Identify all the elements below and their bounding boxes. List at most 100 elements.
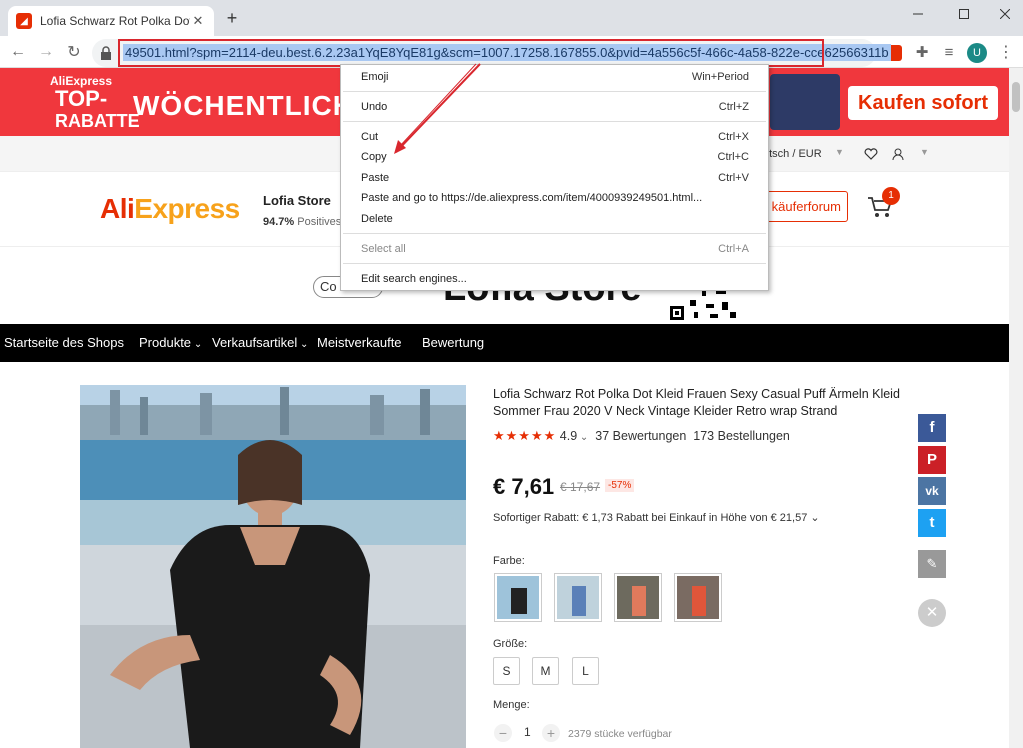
order-count: 173 Bestellungen: [693, 429, 790, 443]
chevron-down-icon: ⌄: [297, 339, 309, 350]
chevron-down-icon: ⌄: [807, 512, 820, 524]
minimize-button[interactable]: [895, 0, 941, 28]
close-circle-icon[interactable]: ✕: [918, 599, 946, 627]
close-icon: [1000, 9, 1010, 19]
banner-buy-button[interactable]: Kaufen sofort: [848, 86, 998, 120]
menu-label: Paste and go to https://de.aliexpress.co…: [361, 192, 703, 204]
maximize-icon: [959, 9, 969, 19]
nav-store-home[interactable]: Startseite des Shops: [4, 324, 124, 362]
reload-icon[interactable]: ↻: [62, 40, 86, 64]
maximize-button[interactable]: [941, 0, 987, 28]
browser-tab[interactable]: ◢ Lofia Schwarz Rot Polka Dot Kleid ✕: [8, 6, 214, 36]
color-swatch-4[interactable]: [674, 573, 722, 622]
menu-label: Paste: [361, 172, 390, 184]
menu-item-delete[interactable]: Delete: [361, 209, 761, 229]
tab-strip: ◢ Lofia Schwarz Rot Polka Dot Kleid ✕ +: [0, 0, 1023, 36]
buyer-forum-button[interactable]: käuferforum: [762, 191, 848, 222]
product-main-image[interactable]: [80, 385, 466, 748]
store-name[interactable]: Lofia Store: [263, 193, 331, 208]
close-tab-icon[interactable]: ✕: [190, 13, 206, 29]
chevron-down-icon: ▼: [920, 147, 929, 157]
positive-label: Positives: [297, 216, 342, 228]
size-label: Größe:: [493, 638, 528, 650]
menu-label: Edit search engines...: [361, 273, 467, 285]
rating-value[interactable]: 4.9: [560, 429, 577, 443]
aliexpress-logo-text: AliExpress: [100, 193, 240, 224]
menu-divider: [343, 263, 766, 264]
lock-icon: [101, 46, 111, 60]
quantity-decrease-button[interactable]: −: [494, 724, 512, 742]
menu-shortcut: Win+Period: [691, 71, 749, 83]
chevron-down-icon: ▼: [835, 147, 844, 157]
chevron-down-icon: ⌄: [191, 339, 203, 350]
browser-menu-icon[interactable]: ⋮: [994, 40, 1018, 64]
review-count[interactable]: 37 Bewertungen: [595, 429, 686, 443]
minimize-icon: [913, 13, 923, 15]
nav-products[interactable]: Produkte ⌄: [139, 324, 202, 362]
store-feedback: 94.7% Positives: [263, 216, 341, 228]
new-tab-button[interactable]: +: [222, 8, 242, 28]
forward-icon[interactable]: →: [34, 40, 58, 64]
vk-share-icon[interactable]: vk: [918, 477, 946, 505]
banner-logo-rabatte: RABATTE: [55, 111, 140, 131]
menu-divider: [343, 233, 766, 234]
swatch-image: [557, 576, 599, 619]
pinterest-share-icon[interactable]: P: [918, 446, 946, 474]
color-label: Farbe:: [493, 555, 525, 567]
size-m-button[interactable]: M: [532, 657, 559, 685]
nav-products-label: Produkte: [139, 335, 192, 350]
scrollbar-thumb[interactable]: [1012, 82, 1020, 112]
language-currency-selector[interactable]: utsch / EUR: [763, 148, 822, 160]
positive-percent: 94.7%: [263, 216, 295, 228]
nav-sale-label: Verkaufsartikel: [212, 335, 298, 350]
nav-sale-items[interactable]: Verkaufsartikel ⌄: [212, 324, 308, 362]
media-queue-icon[interactable]: ≡: [937, 40, 961, 64]
menu-item-paste[interactable]: Paste Ctrl+V: [361, 168, 761, 188]
facebook-share-icon[interactable]: f: [918, 414, 946, 442]
chevron-down-icon: ⌄: [577, 432, 589, 443]
menu-label: Select all: [361, 243, 406, 255]
banner-logo-top: TOP-: [55, 86, 108, 111]
profile-avatar[interactable]: U: [967, 43, 987, 63]
banner-headline: WÖCHENTLICH: [133, 90, 354, 121]
annotation-arrow-icon: [394, 63, 481, 154]
product-price: € 7,61: [493, 474, 555, 499]
back-icon[interactable]: ←: [6, 40, 30, 64]
stock-available: 2379 stücke verfügbar: [568, 728, 672, 740]
rating-row: ★★★★★ 4.9 ⌄ 37 Bewertungen 173 Bestellun…: [493, 428, 790, 444]
swatch-image: [497, 576, 539, 619]
instant-discount-info[interactable]: Sofortiger Rabatt: € 1,73 Rabatt bei Ein…: [493, 511, 820, 524]
account-user-icon[interactable]: [892, 148, 904, 160]
extensions-puzzle-icon[interactable]: ✚: [910, 40, 934, 64]
menu-shortcut: Ctrl+C: [717, 151, 749, 163]
size-l-button[interactable]: L: [572, 657, 599, 685]
banner-phone-image: [770, 74, 840, 130]
menu-shortcut: Ctrl+X: [718, 131, 749, 143]
quantity-value[interactable]: 1: [524, 725, 531, 739]
edit-pencil-icon[interactable]: ✎: [918, 550, 946, 578]
menu-item-paste-and-go[interactable]: Paste and go to https://de.aliexpress.co…: [361, 188, 761, 208]
instant-discount-text: Sofortiger Rabatt: € 1,73 Rabatt bei Ein…: [493, 512, 808, 524]
cart-count-badge: 1: [882, 187, 900, 205]
menu-label: Delete: [361, 213, 393, 225]
nav-reviews[interactable]: Bewertung: [422, 324, 484, 362]
quantity-label: Menge:: [493, 699, 530, 711]
nav-bestsellers[interactable]: Meistverkaufte: [317, 324, 402, 362]
wishlist-heart-icon[interactable]: [864, 148, 878, 160]
swatch-image: [677, 576, 719, 619]
color-swatch-3[interactable]: [614, 573, 662, 622]
original-price: € 17,67: [560, 480, 601, 494]
close-window-button[interactable]: [982, 0, 1023, 28]
twitter-share-icon[interactable]: t: [918, 509, 946, 537]
menu-shortcut: Ctrl+A: [718, 243, 749, 255]
menu-item-select-all[interactable]: Select all Ctrl+A: [361, 239, 761, 259]
quantity-increase-button[interactable]: +: [542, 724, 560, 742]
menu-item-edit-search-engines[interactable]: Edit search engines...: [361, 269, 761, 289]
page-scrollbar[interactable]: [1009, 68, 1023, 748]
discount-badge: -57%: [605, 479, 635, 492]
color-swatch-2[interactable]: [554, 573, 602, 622]
aliexpress-logo[interactable]: AliExpress: [100, 193, 240, 225]
color-swatch-1[interactable]: [494, 573, 542, 622]
product-title: Lofia Schwarz Rot Polka Dot Kleid Frauen…: [493, 387, 900, 418]
size-s-button[interactable]: S: [493, 657, 520, 685]
